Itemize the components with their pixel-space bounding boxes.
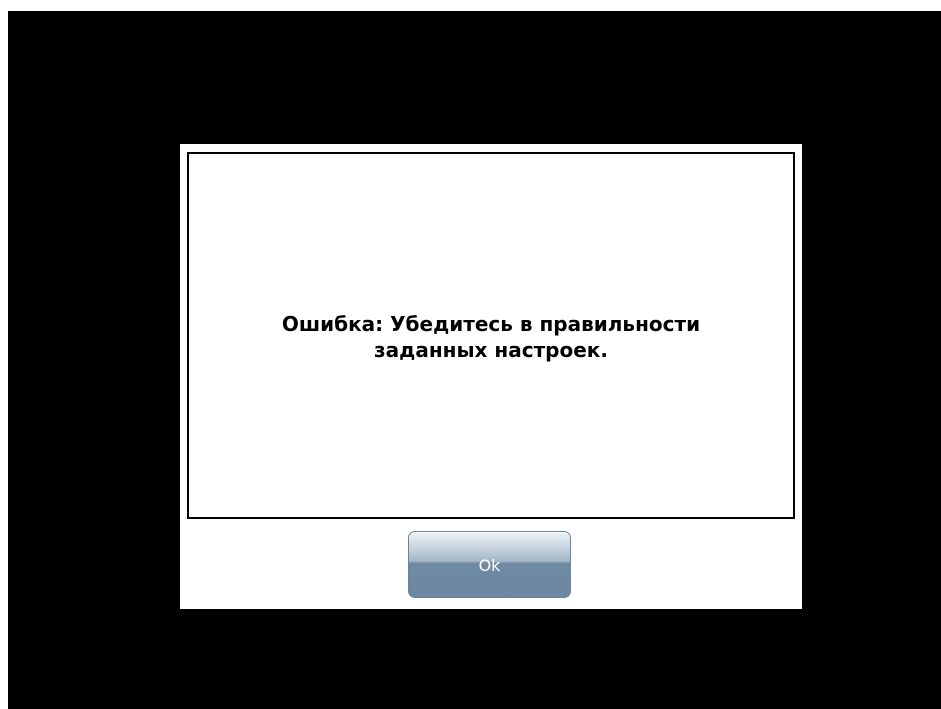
- error-message-line-2: заданных настроек.: [374, 337, 608, 362]
- message-box: Ошибка: Убедитесь в правильности заданны…: [187, 152, 795, 519]
- error-message-line-1: Ошибка: Убедитесь в правильности: [281, 311, 701, 336]
- error-dialog: Ошибка: Убедитесь в правильности заданны…: [180, 144, 802, 609]
- screen-background: Ошибка: Убедитесь в правильности заданны…: [8, 11, 941, 709]
- ok-button[interactable]: Ok: [408, 531, 571, 598]
- error-message: Ошибка: Убедитесь в правильности заданны…: [211, 311, 771, 363]
- ok-button-label: Ok: [478, 556, 501, 575]
